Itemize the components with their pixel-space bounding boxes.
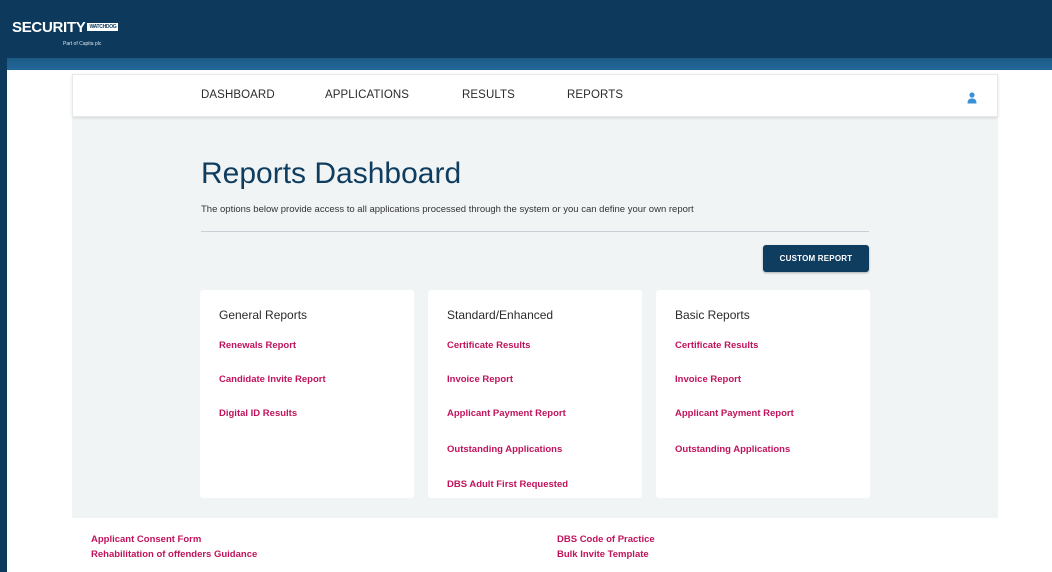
certificate-results-link[interactable]: Certificate Results: [447, 340, 530, 351]
window-left-edge: [0, 0, 7, 572]
applicant-consent-form-link[interactable]: Applicant Consent Form: [91, 534, 201, 545]
bulk-invite-template-link[interactable]: Bulk Invite Template: [557, 549, 649, 560]
rehabilitation-guidance-link[interactable]: Rehabilitation of offenders Guidance: [91, 549, 257, 560]
custom-report-button[interactable]: CUSTOM REPORT: [763, 245, 869, 272]
outstanding-applications-link[interactable]: Outstanding Applications: [447, 444, 562, 455]
logo-badge: WATCHDOG: [87, 23, 119, 31]
certificate-results-link[interactable]: Certificate Results: [675, 340, 758, 351]
basic-reports-card: Basic Reports Certificate Results Invoic…: [656, 290, 870, 498]
user-icon[interactable]: [967, 92, 977, 104]
applicant-payment-report-link[interactable]: Applicant Payment Report: [447, 408, 566, 419]
applicant-payment-report-link[interactable]: Applicant Payment Report: [675, 408, 794, 419]
general-reports-card: General Reports Renewals Report Candidat…: [200, 290, 414, 498]
brand-logo[interactable]: SECURITY WATCHDOG: [12, 19, 119, 36]
candidate-invite-report-link[interactable]: Candidate Invite Report: [219, 374, 326, 385]
card-title: Standard/Enhanced: [447, 308, 554, 322]
digital-id-results-link[interactable]: Digital ID Results: [219, 408, 297, 419]
nav-item-applications[interactable]: APPLICATIONS: [325, 89, 409, 101]
nav-item-results[interactable]: RESULTS: [462, 89, 515, 101]
invoice-report-link[interactable]: Invoice Report: [675, 374, 741, 385]
renewals-report-link[interactable]: Renewals Report: [219, 340, 296, 351]
card-title: Basic Reports: [675, 308, 750, 322]
invoice-report-link[interactable]: Invoice Report: [447, 374, 513, 385]
main-nav: DASHBOARD APPLICATIONS RESULTS REPORTS: [72, 74, 998, 117]
page-title: Reports Dashboard: [201, 157, 462, 190]
card-title: General Reports: [219, 308, 308, 322]
dbs-adult-first-requested-link[interactable]: DBS Adult First Requested: [447, 479, 568, 490]
page-description: The options below provide access to all …: [201, 204, 694, 215]
dbs-code-of-practice-link[interactable]: DBS Code of Practice: [557, 534, 655, 545]
logo-subtitle: Part of Capita plc: [63, 41, 102, 47]
nav-item-reports[interactable]: REPORTS: [567, 89, 623, 101]
top-header-bar: [7, 0, 1052, 58]
logo-text: SECURITY: [12, 19, 86, 36]
title-divider: [201, 231, 869, 232]
outstanding-applications-link[interactable]: Outstanding Applications: [675, 444, 790, 455]
standard-enhanced-card: Standard/Enhanced Certificate Results In…: [428, 290, 642, 498]
header-stripe: [7, 58, 1052, 70]
nav-item-dashboard[interactable]: DASHBOARD: [201, 89, 275, 101]
